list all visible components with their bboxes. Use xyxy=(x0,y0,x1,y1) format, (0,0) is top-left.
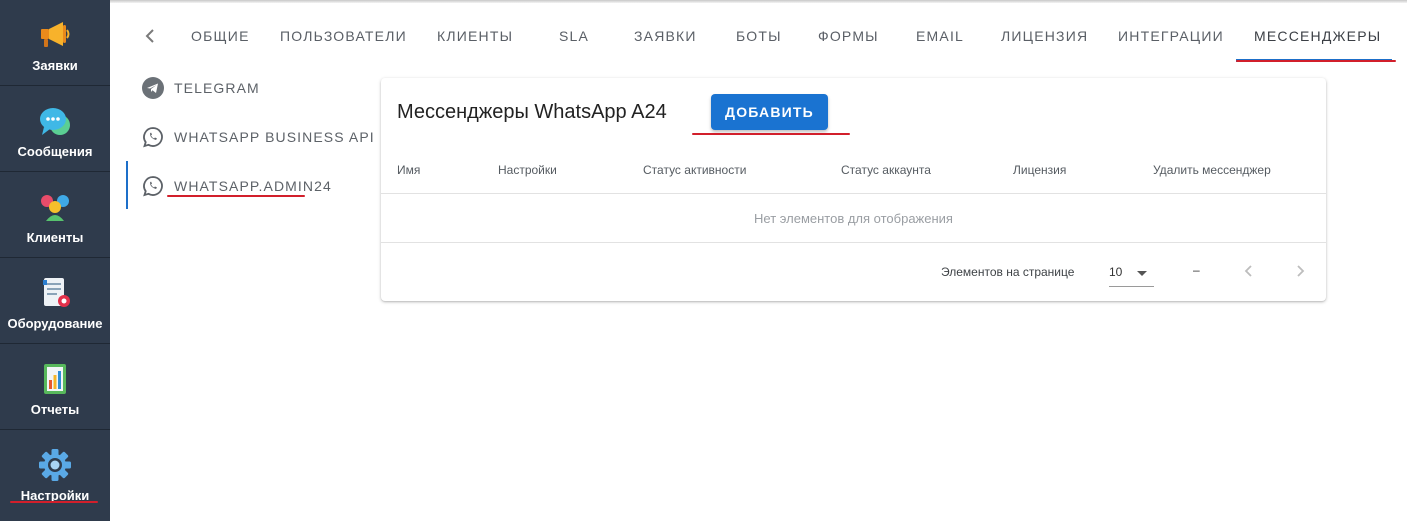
column-header-license[interactable]: Лицензия xyxy=(1013,163,1066,177)
add-button[interactable]: ДОБАВИТЬ xyxy=(711,94,828,130)
tab-email[interactable]: EMAIL xyxy=(916,28,964,44)
sidebar-item-equipment[interactable]: Оборудование xyxy=(0,258,110,344)
per-page-select[interactable]: 10 xyxy=(1109,260,1154,287)
column-header-activity-status[interactable]: Статус активности xyxy=(643,163,746,177)
tab-users[interactable]: ПОЛЬЗОВАТЕЛИ xyxy=(280,28,407,44)
sidebar-item-reports[interactable]: Отчеты xyxy=(0,344,110,430)
per-page-value: 10 xyxy=(1109,265,1123,279)
people-icon xyxy=(38,190,72,224)
tab-integrations[interactable]: ИНТЕГРАЦИИ xyxy=(1118,28,1224,44)
sidebar-item-clients[interactable]: Клиенты xyxy=(0,172,110,258)
chat-bubble-icon xyxy=(38,104,72,138)
sidebar-item-label: Заявки xyxy=(32,58,78,73)
annotation-underline-add-button xyxy=(692,133,850,135)
tab-forms[interactable]: ФОРМЫ xyxy=(818,28,879,44)
next-page-button[interactable] xyxy=(1290,260,1310,282)
subnav-item-label: WHATSAPP.ADMIN24 xyxy=(174,178,332,194)
empty-table-message: Нет элементов для отображения xyxy=(754,211,953,226)
sidebar-item-label: Клиенты xyxy=(26,230,84,245)
sidebar-item-messages[interactable]: Сообщения xyxy=(0,86,110,172)
per-page-label: Элементов на странице xyxy=(941,265,1075,279)
tab-requests[interactable]: ЗАЯВКИ xyxy=(634,28,697,44)
sidebar-item-settings[interactable]: Настройки xyxy=(0,430,110,516)
telegram-icon xyxy=(142,77,164,99)
card-title: Мессенджеры WhatsApp A24 xyxy=(397,101,667,123)
messengers-card: Мессенджеры WhatsApp A24 ДОБАВИТЬ Имя На… xyxy=(381,78,1326,301)
tab-messengers[interactable]: МЕССЕНДЖЕРЫ xyxy=(1254,28,1381,44)
tab-bots[interactable]: БОТЫ xyxy=(736,28,782,44)
megaphone-icon xyxy=(38,18,72,52)
chevron-down-icon xyxy=(1137,271,1147,276)
sidebar-item-requests[interactable]: Заявки xyxy=(0,0,110,86)
sidebar-item-label: Сообщения xyxy=(17,144,93,159)
gear-icon xyxy=(38,448,72,482)
main-sidebar: Заявки Сообщения Клиенты Оборудование От… xyxy=(0,0,110,521)
annotation-underline-settings xyxy=(10,501,98,503)
whatsapp-icon xyxy=(142,175,164,197)
column-header-delete-messenger[interactable]: Удалить мессенджер xyxy=(1153,163,1271,177)
prev-page-button[interactable] xyxy=(1239,260,1259,282)
subnav-item-label: WHATSAPP BUSINESS API xyxy=(174,129,375,145)
tab-license[interactable]: ЛИЦЕНЗИЯ xyxy=(1001,28,1088,44)
top-shadow xyxy=(110,0,1407,3)
tab-general[interactable]: ОБЩИЕ xyxy=(191,28,250,44)
table-divider xyxy=(381,193,1326,194)
settings-tabs: ОБЩИЕ ПОЛЬЗОВАТЕЛИ КЛИЕНТЫ SLA ЗАЯВКИ БО… xyxy=(110,14,1407,62)
pagination-range: – xyxy=(1193,263,1200,277)
subnav-item-label: TELEGRAM xyxy=(174,80,260,96)
column-header-settings[interactable]: Настройки xyxy=(498,163,557,177)
equipment-document-icon xyxy=(38,276,72,310)
subnav-item-whatsapp-business-api[interactable]: WHATSAPP BUSINESS API xyxy=(126,117,376,157)
tab-clients[interactable]: КЛИЕНТЫ xyxy=(437,28,513,44)
whatsapp-icon xyxy=(142,126,164,148)
subnav-item-telegram[interactable]: TELEGRAM xyxy=(126,68,376,108)
table-divider xyxy=(381,242,1326,243)
chevron-left-icon[interactable] xyxy=(140,24,160,48)
report-chart-icon xyxy=(38,362,72,396)
sidebar-item-label: Отчеты xyxy=(30,402,80,417)
annotation-underline-whatsapp-admin24 xyxy=(167,195,305,197)
tab-sla[interactable]: SLA xyxy=(559,28,589,44)
subnav-item-whatsapp-admin24[interactable]: WHATSAPP.ADMIN24 xyxy=(126,166,376,206)
sidebar-item-label: Оборудование xyxy=(7,316,103,331)
annotation-underline-messengers xyxy=(1236,60,1396,62)
column-header-account-status[interactable]: Статус аккаунта xyxy=(841,163,931,177)
column-header-name[interactable]: Имя xyxy=(397,163,420,177)
